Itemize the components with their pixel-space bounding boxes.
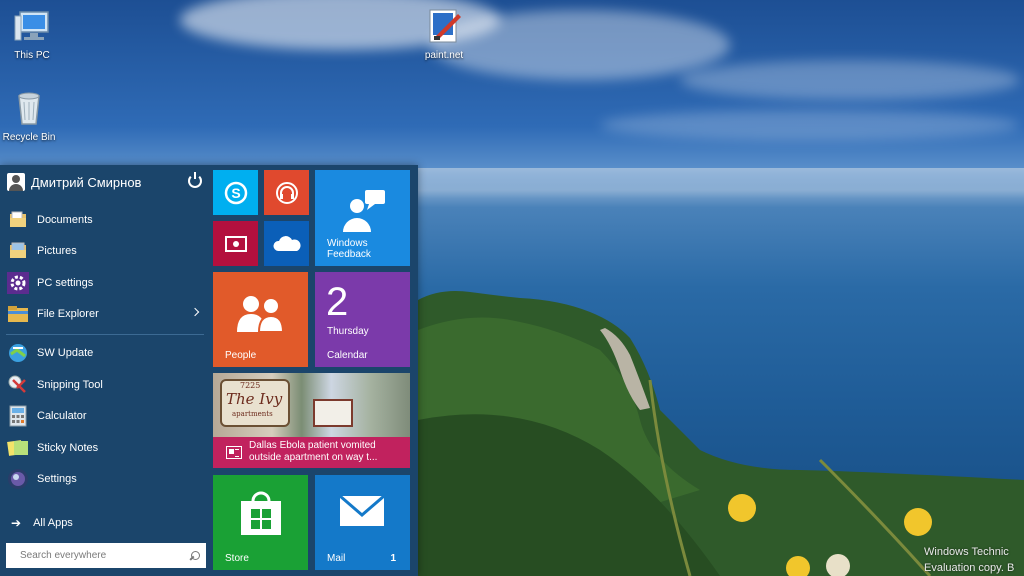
menu-item-documents[interactable]: Documents [0, 205, 206, 235]
power-icon[interactable] [188, 172, 202, 188]
feedback-people-icon [343, 190, 385, 232]
start-menu-left-column: Дмитрий Смирнов Documents Pictures PC se… [0, 165, 210, 576]
all-apps-label: All Apps [33, 517, 73, 529]
tile-store[interactable]: Store [213, 475, 308, 570]
menu-item-snipping-tool[interactable]: Snipping Tool [0, 370, 206, 400]
menu-item-label: Documents [37, 214, 93, 226]
recycle-bin-icon [18, 92, 40, 125]
menu-item-sticky-notes[interactable]: Sticky Notes [0, 433, 206, 463]
tile-onedrive[interactable] [264, 221, 309, 266]
svg-text:S: S [231, 185, 240, 201]
tile-windows-feedback[interactable]: Windows Feedback [315, 170, 410, 266]
desktop-icon-this-pc[interactable]: This PC [0, 6, 64, 61]
tile-label-line-2: Feedback [327, 249, 371, 260]
sticky-notes-icon [6, 436, 30, 460]
desktop-icon-label: paint.net [424, 50, 464, 61]
tile-news[interactable]: 7225 The Ivy apartments Dallas Ebola pat… [213, 373, 410, 468]
search-icon[interactable] [190, 550, 200, 561]
windows-watermark: Windows Technic Evaluation copy. B [924, 544, 1024, 576]
menu-item-label: Pictures [37, 245, 77, 257]
menu-item-label: Sticky Notes [37, 442, 99, 454]
snipping-tool-icon [6, 373, 30, 397]
documents-folder-icon [6, 208, 30, 232]
news-headline: Dallas Ebola patient vomited outside apa… [213, 437, 410, 468]
tile-people[interactable]: People [213, 272, 308, 367]
tile-video[interactable] [213, 221, 258, 266]
menu-item-label: PC settings [37, 277, 94, 289]
calendar-day: 2 [326, 280, 349, 324]
user-account-button[interactable]: Дмитрий Смирнов [0, 165, 210, 199]
arrow-right-icon: ➔ [11, 516, 22, 530]
news-photo-sign-subtitle: apartments [232, 410, 273, 418]
news-photo-sign-title: The Ivy [226, 390, 283, 408]
pc-settings-gear-icon [6, 271, 30, 295]
sw-update-icon [6, 341, 30, 365]
watermark-line-1: Windows Technic [924, 546, 1009, 558]
user-name: Дмитрий Смирнов [31, 174, 142, 190]
menu-item-calculator[interactable]: Calculator [0, 401, 206, 431]
news-icon [226, 446, 242, 459]
watermark-line-2: Evaluation copy. B [924, 562, 1015, 574]
news-headline-line-2: outside apartment on way t... [249, 452, 378, 463]
tile-music[interactable] [264, 170, 309, 215]
news-headline-line-1: Dallas Ebola patient vomited [249, 440, 376, 451]
store-bag-icon [241, 491, 281, 535]
mail-envelope-icon [339, 495, 385, 526]
menu-item-settings[interactable]: Settings [0, 464, 206, 494]
menu-item-pictures[interactable]: Pictures [0, 236, 206, 266]
menu-item-sw-update[interactable]: SW Update [0, 338, 206, 368]
news-photo-sign: 7225 The Ivy apartments [220, 379, 290, 427]
menu-item-file-explorer[interactable]: File Explorer [0, 299, 206, 329]
mail-unread-count: 1 [390, 553, 396, 564]
calculator-icon [6, 404, 30, 428]
people-icon [237, 296, 285, 332]
skype-icon: S [224, 181, 247, 204]
menu-item-label: File Explorer [37, 308, 99, 320]
menu-item-label: Settings [37, 473, 77, 485]
desktop-icon-recycle-bin[interactable]: Recycle Bin [0, 88, 61, 143]
news-photo: 7225 The Ivy apartments [213, 373, 410, 437]
desktop-icon-paintnet[interactable]: paint.net [412, 6, 476, 61]
tile-skype[interactable]: S [213, 170, 258, 215]
headphones-icon [275, 181, 298, 204]
paintnet-icon [429, 9, 461, 43]
search-box[interactable] [6, 543, 206, 568]
tile-label: Windows Feedback [327, 238, 371, 260]
calendar-weekday: Thursday [327, 326, 369, 337]
menu-item-label: Snipping Tool [37, 379, 103, 391]
search-input[interactable] [20, 550, 190, 561]
news-photo-sign-number: 7225 [240, 381, 261, 390]
tile-label: Calendar [327, 350, 368, 361]
onedrive-cloud-icon [272, 235, 301, 251]
tile-calendar[interactable]: 2 Thursday Calendar [315, 272, 410, 367]
tile-label: Store [225, 553, 249, 564]
tile-label: People [225, 350, 257, 361]
pictures-folder-icon [6, 239, 30, 263]
settings-icon [6, 467, 30, 491]
desktop-icon-label: Recycle Bin [2, 132, 56, 143]
menu-item-label: Calculator [37, 410, 87, 422]
menu-divider [6, 334, 204, 335]
tile-label: Mail [327, 553, 346, 564]
chevron-right-icon[interactable] [190, 307, 200, 317]
news-photo-sign-small [313, 399, 353, 427]
user-avatar-icon [7, 173, 25, 191]
menu-item-pc-settings[interactable]: PC settings [0, 268, 206, 298]
start-menu: Дмитрий Смирнов Documents Pictures PC se… [0, 165, 418, 576]
menu-item-label: SW Update [37, 347, 94, 359]
tile-mail[interactable]: Mail 1 [315, 475, 410, 570]
this-pc-icon [14, 11, 49, 41]
tile-label-line-1: Windows [327, 238, 368, 249]
video-icon [224, 235, 247, 252]
file-explorer-icon [6, 302, 30, 326]
desktop-icon-label: This PC [14, 50, 50, 61]
all-apps-button[interactable]: ➔ All Apps [0, 513, 206, 533]
